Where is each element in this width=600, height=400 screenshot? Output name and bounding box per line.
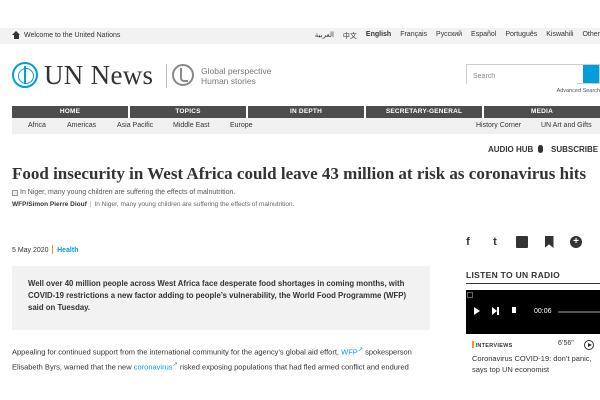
search-box: [466, 64, 600, 86]
lang-french[interactable]: Français: [400, 31, 427, 41]
player-progress-bar[interactable]: [558, 311, 600, 313]
tagline-line-2: Human stories: [201, 76, 256, 86]
article-lede: Well over 40 million people across West …: [28, 279, 407, 312]
radio-category-label: INTERVIEWS: [475, 343, 513, 349]
microphone-icon: [537, 145, 543, 153]
site-header: UN News Global perspective Human stories…: [0, 44, 600, 106]
subnav-middle-east[interactable]: Middle East: [173, 122, 210, 129]
lang-spanish[interactable]: Español: [471, 31, 496, 41]
article-date: 5 May 2020: [12, 247, 49, 254]
radio-category: INTERVIEWS: [472, 341, 513, 349]
radio-divider: [466, 283, 600, 284]
more-share-icon[interactable]: +: [570, 236, 582, 248]
photo-credit: WFP/Simon Pierre Diouf: [12, 201, 87, 208]
subnav-americas[interactable]: Americas: [67, 122, 96, 129]
bookmark-icon[interactable]: [544, 236, 554, 248]
sub-nav: Africa Americas Asia Pacific Middle East…: [12, 118, 600, 134]
home-icon: [12, 31, 20, 39]
welcome-link[interactable]: Welcome to the United Nations: [12, 31, 120, 39]
radio-item-play-icon[interactable]: [584, 340, 594, 350]
subscribe-label: SUBSCRIBE: [551, 145, 599, 154]
dateline: 5 May 2020 Health: [12, 245, 79, 254]
facebook-icon[interactable]: f: [462, 236, 474, 248]
un-emblem-icon[interactable]: [12, 62, 38, 88]
body-text-1: Appealing for continued support from the…: [12, 347, 340, 357]
player-time: 00:06: [534, 308, 552, 315]
audio-hub-label: AUDIO HUB: [488, 145, 534, 154]
radio-duration: 6’56": [558, 340, 574, 347]
main-nav: HOME TOPICS IN DEPTH SECRETARY-GENERAL M…: [12, 106, 600, 118]
volume-icon[interactable]: [512, 307, 516, 313]
subnav-africa[interactable]: Africa: [28, 122, 46, 129]
player-thumbnail-icon: [467, 292, 473, 298]
subscribe-link[interactable]: SUBSCRIBE: [551, 145, 600, 154]
wfp-link[interactable]: WFP: [341, 348, 358, 357]
nav-home[interactable]: HOME: [12, 106, 128, 118]
radio-title: LISTEN TO UN RADIO: [466, 270, 561, 280]
nav-in-depth[interactable]: IN DEPTH: [248, 106, 364, 118]
image-credit: WFP/Simon Pierre Diouf | In Niger, many yo…: [12, 201, 295, 208]
lang-chinese[interactable]: 中文: [343, 31, 357, 41]
header-divider: [166, 64, 167, 88]
subnav-europe[interactable]: Europe: [230, 122, 253, 129]
advanced-search-link[interactable]: Advanced Search: [557, 88, 600, 94]
nav-secretary-general[interactable]: SECRETARY-GENERAL: [366, 106, 482, 118]
external-link-icon: ↗: [357, 346, 364, 353]
body-text-3: risked exposing populations that had fle…: [179, 362, 409, 371]
audio-player: 00:06: [466, 290, 600, 334]
lang-russian[interactable]: Русский: [436, 31, 462, 41]
image-alt-text: In Niger, many young children are suffer…: [20, 189, 236, 196]
nav-media[interactable]: MEDIA: [484, 106, 600, 118]
audio-hub-link[interactable]: AUDIO HUB: [488, 145, 543, 154]
article-image: In Niger, many young children are suffer…: [12, 189, 235, 196]
subnav-history-corner[interactable]: History Corner: [476, 122, 521, 129]
tagline-line-1: Global perspective: [201, 66, 272, 76]
article-headline: Food insecurity in West Africa could lea…: [12, 164, 587, 183]
nav-topics[interactable]: TOPICS: [130, 106, 246, 118]
skip-next-icon[interactable]: [492, 307, 499, 315]
article-lede-box: Well over 40 million people across West …: [12, 266, 430, 330]
language-selector: العربية 中文 English Français Русский Espa…: [315, 31, 600, 41]
brand-logo[interactable]: UN News: [44, 60, 153, 91]
category-link[interactable]: Health: [57, 247, 78, 254]
welcome-text: Welcome to the United Nations: [24, 31, 121, 39]
search-button[interactable]: [583, 65, 599, 83]
lang-arabic[interactable]: العربية: [315, 31, 334, 41]
page: Welcome to the United Nations العربية 中文…: [0, 0, 600, 400]
un-top-bar: Welcome to the United Nations العربية 中文…: [0, 28, 600, 44]
subnav-asia-pacific[interactable]: Asia Pacific: [117, 122, 153, 129]
play-icon[interactable]: [474, 307, 480, 315]
print-icon[interactable]: [516, 236, 528, 248]
subnav-un-art-gifts[interactable]: UN Art and Gifts: [541, 122, 592, 129]
external-link-icon: ↗: [172, 360, 178, 368]
lang-kiswahili[interactable]: Kiswahili: [546, 31, 573, 41]
image-caption: In Niger, many young children are suffer…: [94, 201, 295, 208]
global-perspective-icon: [172, 64, 194, 86]
share-tools: f t +: [462, 236, 582, 248]
coronavirus-link[interactable]: coronavirus: [134, 362, 173, 371]
article-body: Appealing for continued support from the…: [12, 344, 430, 373]
lang-portuguese[interactable]: Português: [505, 31, 537, 41]
lang-other[interactable]: Other: [582, 31, 600, 41]
twitter-icon[interactable]: t: [489, 236, 501, 248]
tagline: Global perspective Human stories: [201, 66, 271, 86]
broken-image-icon: [12, 189, 18, 196]
radio-item-title[interactable]: Coronavirus COVID-19: don’t panic, says …: [472, 353, 600, 375]
lang-english[interactable]: English: [366, 31, 391, 41]
search-input[interactable]: [467, 67, 577, 86]
